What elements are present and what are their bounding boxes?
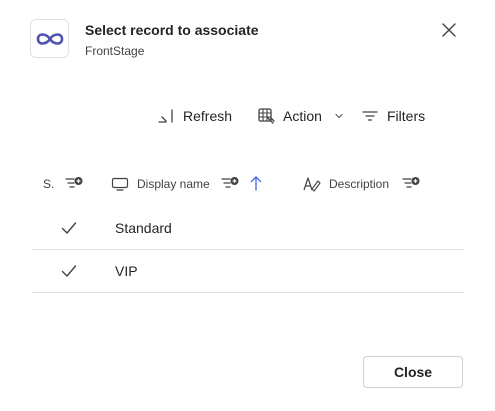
action-dropdown[interactable]: Action: [257, 106, 352, 126]
checkmark-icon: [61, 222, 77, 234]
column-header-display-name[interactable]: Display name: [111, 175, 210, 193]
column-label-description: Description: [329, 177, 390, 191]
row-select-checkbox[interactable]: [60, 262, 78, 280]
description-column-options-button[interactable]: [402, 174, 420, 192]
infinity-logo-icon: [36, 32, 63, 45]
column-header-status[interactable]: S.: [43, 175, 54, 193]
action-label: Action: [283, 108, 322, 124]
arrow-up-icon: [250, 176, 262, 191]
text-edit-icon: [303, 177, 321, 192]
dialog-subtitle: FrontStage: [85, 44, 145, 58]
dialog-title: Select record to associate: [85, 22, 259, 38]
filter-icon: [362, 111, 378, 121]
filters-button[interactable]: Filters: [361, 106, 425, 126]
column-label-status: S.: [43, 177, 55, 191]
table-row[interactable]: VIP: [32, 250, 464, 293]
display-icon: [111, 177, 129, 191]
row-display-name: Standard: [115, 220, 172, 236]
app-logo: [30, 19, 69, 58]
column-options-icon: [402, 177, 420, 188]
column-header-description[interactable]: Description: [303, 175, 389, 193]
filters-label: Filters: [387, 108, 426, 124]
column-options-icon: [221, 177, 239, 188]
select-record-dialog: Select record to associate FrontStage Re…: [0, 0, 495, 411]
close-icon: [442, 23, 456, 37]
row-display-name: VIP: [115, 263, 138, 279]
column-options-icon: [65, 177, 83, 188]
refresh-icon: [158, 109, 173, 123]
table-row[interactable]: Standard: [32, 207, 464, 250]
table-action-icon: [258, 108, 275, 124]
close-dialog-button[interactable]: [439, 20, 459, 40]
status-column-options-button[interactable]: [65, 174, 83, 192]
checkmark-icon: [61, 265, 77, 277]
row-select-checkbox[interactable]: [60, 219, 78, 237]
display-name-column-options-button[interactable]: [221, 174, 239, 192]
column-label-display-name: Display name: [137, 177, 210, 191]
close-button[interactable]: Close: [363, 356, 463, 388]
chevron-down-icon: [335, 113, 343, 119]
sort-ascending-button[interactable]: [247, 174, 265, 192]
refresh-label: Refresh: [183, 108, 233, 124]
refresh-button[interactable]: Refresh: [157, 106, 232, 126]
